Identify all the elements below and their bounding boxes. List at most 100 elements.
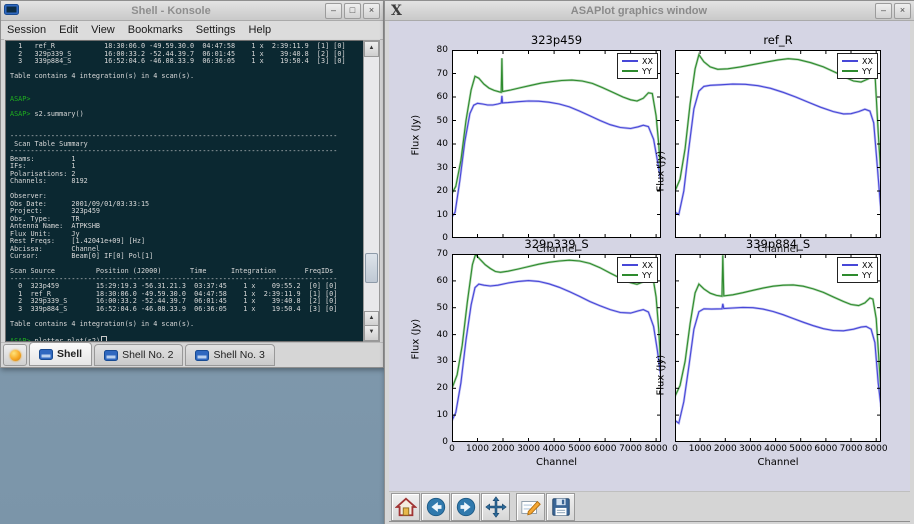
- yaxis-label-overlapped: Flux (Jy): [656, 372, 667, 396]
- maximize-button[interactable]: □: [344, 3, 361, 19]
- new-session-button[interactable]: [3, 344, 27, 366]
- minimize-button[interactable]: –: [875, 3, 892, 19]
- subplot-339p884_S[interactable]: 339p884_SFlux (Jy)0100020003000400050006…: [675, 254, 881, 442]
- menu-session[interactable]: Session: [7, 24, 46, 36]
- plot-title: ref_R: [675, 33, 881, 47]
- terminal-scrollbar[interactable]: ▲ ▲ ▼: [363, 40, 380, 342]
- konsole-titlebar[interactable]: Shell - Konsole – □ ×: [1, 1, 383, 21]
- ytick-label: 10: [437, 210, 448, 220]
- legend-label: XX: [862, 57, 873, 66]
- legend-line-swatch: [622, 60, 638, 62]
- tab-label: Shell No. 3: [213, 349, 264, 361]
- terminal-line: Cursor: Beam[0] IF[0] Pol[1]: [10, 253, 364, 261]
- save-button[interactable]: [546, 493, 575, 521]
- xtick-label: 6000: [594, 444, 617, 454]
- menu-bar: Session Edit View Bookmarks Settings Help: [1, 21, 383, 40]
- terminal-output[interactable]: 1 ref_R 18:30:06.0 -49.59.30.0 04:47:58 …: [5, 40, 364, 342]
- ytick-label: 30: [437, 163, 448, 173]
- terminal-icon: [195, 350, 209, 361]
- ytick-label: 0: [442, 233, 448, 243]
- ytick-label: 70: [437, 249, 448, 259]
- subplot-329p339_S[interactable]: 329p339_S010203040506070Flux (Jy)0100020…: [452, 254, 661, 442]
- session-tab-shell-no-3[interactable]: Shell No. 3: [185, 344, 274, 366]
- forward-button[interactable]: [451, 493, 480, 521]
- scrollbar-thumb[interactable]: [365, 253, 378, 283]
- subplot-ref_R[interactable]: Channelref_RFlux (Jy)XXYY: [675, 50, 881, 238]
- xtick-label: 7000: [840, 444, 863, 454]
- xtick-label: 1000: [689, 444, 712, 454]
- configure-subplots-button[interactable]: [516, 493, 545, 521]
- session-tab-shell[interactable]: Shell: [29, 342, 92, 366]
- home-icon: [395, 496, 417, 518]
- ytick-label: 40: [437, 330, 448, 340]
- terminal-line: ASAP> s2.summary(): [10, 111, 364, 119]
- terminal-line: [10, 81, 364, 89]
- legend-label: XX: [642, 57, 653, 66]
- desktop: Shell - Konsole – □ × Session Edit View Boo…: [0, 0, 914, 524]
- menu-bookmarks[interactable]: Bookmarks: [128, 24, 183, 36]
- ytick-label: 70: [437, 69, 448, 79]
- menu-settings[interactable]: Settings: [196, 24, 236, 36]
- legend-line-swatch: [842, 274, 858, 276]
- terminal-line: 3 339p884_S 16:52:04.6 -46.08.33.9 06:36…: [10, 306, 364, 314]
- lamp-icon: [10, 350, 21, 361]
- session-tab-shell-no-2[interactable]: Shell No. 2: [94, 344, 183, 366]
- menu-help[interactable]: Help: [249, 24, 272, 36]
- subplot-323p459[interactable]: Channel323p45901020304050607080Flux (Jy)…: [452, 50, 661, 238]
- save-icon: [550, 496, 572, 518]
- plot-legend: XXYY: [837, 53, 878, 79]
- ytick-label: 60: [437, 276, 448, 286]
- yaxis-label: Flux (Jy): [411, 336, 422, 360]
- terminal-line: ASAP>: [10, 96, 364, 104]
- ytick-label: 60: [437, 92, 448, 102]
- legend-entry: YY: [842, 270, 873, 280]
- yaxis-label: Flux (Jy): [411, 132, 422, 156]
- minimize-button[interactable]: –: [325, 3, 342, 19]
- legend-line-swatch: [622, 274, 638, 276]
- terminal-line: Table contains 4 integration(s) in 4 sca…: [10, 321, 364, 329]
- ytick-label: 80: [437, 45, 448, 55]
- scroll-up-button[interactable]: ▲: [364, 41, 379, 57]
- terminal-line: [10, 328, 364, 336]
- home-button[interactable]: [391, 493, 420, 521]
- terminal-line: Channels: 8192: [10, 178, 364, 186]
- ytick-label: 10: [437, 410, 448, 420]
- legend-entry: YY: [622, 66, 653, 76]
- session-tab-bar: Shell Shell No. 2 Shell No. 3: [1, 342, 383, 367]
- ytick-label: 0: [442, 437, 448, 447]
- plot-title: 329p339_S: [452, 237, 661, 251]
- xtick-label: 8000: [645, 444, 668, 454]
- asaplot-titlebar[interactable]: X ASAPlot graphics window – ×: [385, 1, 914, 21]
- plot-legend: XXYY: [617, 53, 658, 79]
- konsole-window: Shell - Konsole – □ × Session Edit View Boo…: [0, 0, 384, 368]
- legend-label: YY: [862, 67, 872, 76]
- x11-icon: X: [388, 3, 405, 19]
- terminal-line: [10, 118, 364, 126]
- xtick-label: 0: [672, 444, 678, 454]
- legend-label: XX: [642, 261, 653, 270]
- terminal-line: [10, 88, 364, 96]
- tab-label: Shell: [57, 348, 82, 360]
- xtick-label: 3000: [517, 444, 540, 454]
- terminal-line: Table contains 4 integration(s) in 4 sca…: [10, 73, 364, 81]
- xtick-label: 5000: [568, 444, 591, 454]
- xtick-label: 1000: [466, 444, 489, 454]
- tab-label: Shell No. 2: [122, 349, 173, 361]
- xaxis-label: Channel: [675, 457, 881, 468]
- back-button[interactable]: [421, 493, 450, 521]
- menu-view[interactable]: View: [91, 24, 115, 36]
- terminal-icon: [104, 350, 118, 361]
- ytick-label: 20: [437, 383, 448, 393]
- window-title: ASAPlot graphics window: [405, 5, 873, 17]
- close-button[interactable]: ×: [363, 3, 380, 19]
- legend-entry: XX: [622, 56, 653, 66]
- scroll-down-button[interactable]: ▼: [364, 325, 379, 341]
- xtick-label: 2000: [714, 444, 737, 454]
- legend-entry: XX: [622, 260, 653, 270]
- pan-icon: [485, 496, 507, 518]
- close-button[interactable]: ×: [894, 3, 911, 19]
- menu-edit[interactable]: Edit: [59, 24, 78, 36]
- pan-button[interactable]: [481, 493, 510, 521]
- matplotlib-toolbar: [389, 491, 910, 522]
- konsole-terminal-icon: [4, 4, 19, 17]
